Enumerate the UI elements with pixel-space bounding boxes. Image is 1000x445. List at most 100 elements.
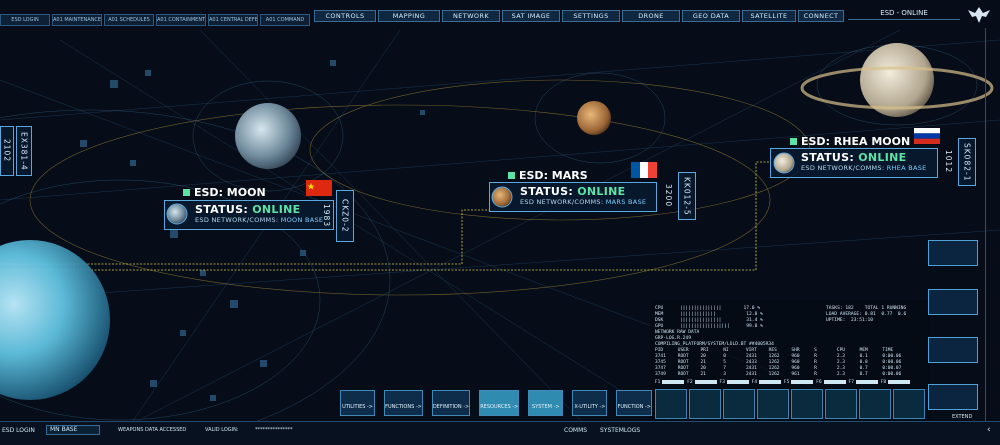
rhea-status-row: STATUS: ONLINE xyxy=(801,151,933,164)
nav-settings[interactable]: SETTINGS xyxy=(562,10,620,22)
top-tab[interactable]: A01 SCHEDULES xyxy=(104,14,154,26)
resource-readout: CPU ||||||||||||||| 17.0 % MEM |||||||||… xyxy=(655,306,763,329)
fkey[interactable]: F8 xyxy=(881,378,910,386)
functions-button[interactable]: FUNCTIONS -> xyxy=(384,390,423,416)
fkey[interactable]: F7 xyxy=(849,378,878,386)
fkey-label: F8 xyxy=(880,379,887,385)
eagle-logo-icon xyxy=(968,7,990,23)
nav-sat-image[interactable]: SAT IMAGE xyxy=(502,10,560,22)
top-tab[interactable]: A01 CONTAINMENT xyxy=(156,14,206,26)
thumbnail[interactable] xyxy=(757,389,789,419)
nav-satellite[interactable]: SATELLITE xyxy=(742,10,796,22)
monitor-thumbnails xyxy=(655,389,925,419)
moon-num: 1983 xyxy=(322,204,331,228)
definition-button[interactable]: DEFINITION -> xyxy=(431,390,471,416)
comms-tab[interactable]: COMMS xyxy=(564,426,587,435)
status-square-icon xyxy=(183,189,190,196)
moon-network-row: ESD NETWORK/COMMS: MOON BASE xyxy=(195,216,329,224)
moon-panel[interactable]: STATUS: ONLINE ESD NETWORK/COMMS: MOON B… xyxy=(164,200,334,230)
base-field[interactable]: MN BASE xyxy=(46,425,100,435)
system-status: ESD - ONLINE xyxy=(848,6,960,20)
top-tab[interactable]: ESD LOGIN xyxy=(0,14,50,26)
france-flag-icon xyxy=(631,162,657,178)
fkey[interactable]: F1 xyxy=(655,378,685,386)
network-label: ESD NETWORK/COMMS: xyxy=(195,216,279,224)
utilities-button[interactable]: UTILITIES -> xyxy=(340,390,376,416)
nav-network[interactable]: NETWORK xyxy=(442,10,500,22)
nav-connect[interactable]: CONNECT xyxy=(798,10,844,22)
nav-drone[interactable]: DRONE xyxy=(622,10,680,22)
mars-title-row: ESD: MARS xyxy=(508,169,588,182)
fkey-label: F2 xyxy=(687,379,693,385)
network-value: MOON BASE xyxy=(280,216,324,224)
russia-flag-icon xyxy=(914,128,940,144)
network-value: MARS BASE xyxy=(605,198,647,206)
mars-network-row: ESD NETWORK/COMMS: MARS BASE xyxy=(520,198,652,206)
nav-mapping[interactable]: MAPPING xyxy=(378,10,440,22)
nav-geo-data[interactable]: GEO DATA xyxy=(682,10,740,22)
right-rail xyxy=(985,28,995,428)
nav-controls[interactable]: CONTROLS xyxy=(314,10,376,22)
top-tab[interactable]: A01 MAINTENANCE xyxy=(52,14,102,26)
x-utility-button[interactable]: X-UTILITY -> xyxy=(572,390,608,416)
status-label: STATUS: xyxy=(520,185,574,198)
thumbnail[interactable] xyxy=(791,389,823,419)
thumbnail[interactable] xyxy=(723,389,755,419)
fkey[interactable]: F2 xyxy=(687,378,717,386)
fkey-label: F6 xyxy=(816,379,822,385)
top-tab[interactable]: A01 COMMAND xyxy=(260,14,310,26)
rhea-network-row: ESD NETWORK/COMMS: RHEA BASE xyxy=(801,164,933,172)
mars-code: KK012-5 xyxy=(682,176,692,216)
fkey-label: F4 xyxy=(751,379,758,385)
moon-code-box: CKZ0-2 xyxy=(336,190,354,242)
network-label: ESD NETWORK/COMMS: xyxy=(520,198,604,206)
mars-panel[interactable]: STATUS: ONLINE ESD NETWORK/COMMS: MARS B… xyxy=(489,182,657,212)
thumbnail[interactable] xyxy=(689,389,721,419)
function-buttons: UTILITIES -> FUNCTIONS -> DEFINITION -> … xyxy=(340,390,652,416)
extend-label[interactable]: EXTEND xyxy=(952,413,972,422)
moon-title-row: ESD: MOON xyxy=(183,186,266,199)
status-value: ONLINE xyxy=(252,203,301,216)
function-keys: F1 F2 F3 F4 F5 F6 F7 F8 xyxy=(655,378,910,386)
main-nav: CONTROLS MAPPING NETWORK SAT IMAGE SETTI… xyxy=(314,10,844,22)
function-button[interactable]: FUNCTION -> xyxy=(616,390,652,416)
systemlogs-tab[interactable]: SYSTEMLOGS xyxy=(600,426,640,435)
rhea-code: SK082-1 xyxy=(962,142,972,182)
password-field[interactable]: *************** xyxy=(255,426,293,435)
rhea-title: ESD: RHEA MOON xyxy=(801,135,911,148)
bottom-bar: ESD LOGIN MN BASE WEAPONS DATA ACCESSED … xyxy=(0,414,1000,445)
left-code-id: EX381-4 xyxy=(16,126,32,176)
process-table: PID USER PRI NI VIRT RES SHR S CPU MEM TIME 3741 RO… xyxy=(655,348,905,378)
status-value: ONLINE xyxy=(577,185,626,198)
top-tab[interactable]: A01 CENTRAL DEFENSE xyxy=(208,14,258,26)
thumbnail[interactable] xyxy=(893,389,925,419)
rhea-num-box: 1012 xyxy=(940,138,957,186)
fkey[interactable]: F4 xyxy=(752,378,781,386)
thumbnail[interactable] xyxy=(859,389,891,419)
fkey[interactable]: F6 xyxy=(816,378,846,386)
rhea-thumbnail-icon xyxy=(773,152,795,174)
resources-button[interactable]: RESOURCES -> xyxy=(479,390,520,416)
fkey-label: F3 xyxy=(719,379,725,385)
fkey[interactable]: F5 xyxy=(784,378,814,386)
mars-num-box: 3200 xyxy=(660,172,677,220)
gauge-widget[interactable] xyxy=(928,240,978,266)
gauge-widget[interactable] xyxy=(928,337,978,363)
rhea-num: 1012 xyxy=(944,150,953,174)
network-label: ESD NETWORK/COMMS: xyxy=(801,164,885,172)
status-square-icon xyxy=(508,172,515,179)
fkey[interactable]: F3 xyxy=(720,378,749,386)
mars-thumbnail-icon xyxy=(491,186,513,208)
thumbnail[interactable] xyxy=(655,389,687,419)
left-code-num: 2102 xyxy=(2,139,12,163)
gauge-widget[interactable] xyxy=(928,289,978,315)
network-value: RHEA BASE xyxy=(886,164,927,172)
rhea-panel[interactable]: STATUS: ONLINE ESD NETWORK/COMMS: RHEA B… xyxy=(770,148,938,178)
thumbnail[interactable] xyxy=(825,389,857,419)
gauge-widget[interactable] xyxy=(928,384,978,410)
rhea-code-box: SK082-1 xyxy=(958,138,976,186)
chevron-left-icon[interactable]: ‹ xyxy=(987,426,991,435)
top-left-tabs: ESD LOGIN A01 MAINTENANCE A01 SCHEDULES … xyxy=(0,14,310,26)
network-readout: NETWORK RAW DATA GRP-LOG.R.249 COMPILING… xyxy=(655,330,774,347)
system-button[interactable]: SYSTEM -> xyxy=(528,390,564,416)
